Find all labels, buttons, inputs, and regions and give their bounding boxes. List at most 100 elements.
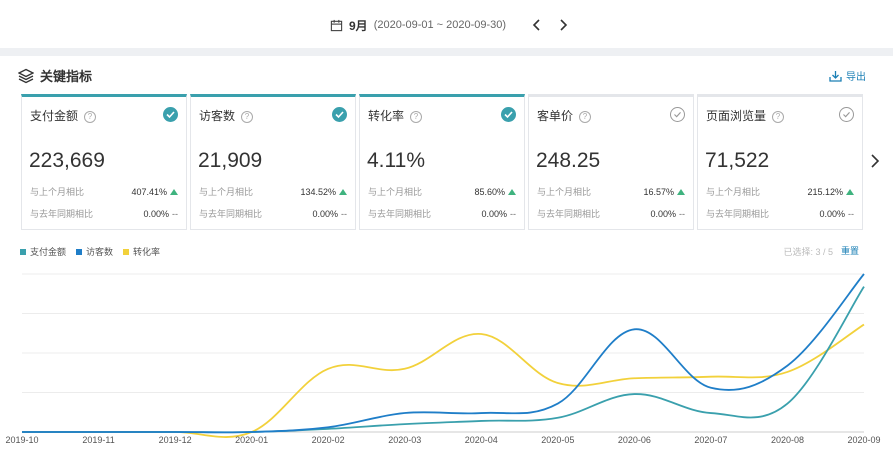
legend-swatch bbox=[76, 248, 83, 255]
yoy-row: 与去年同期相比 0.00% -- bbox=[30, 207, 178, 220]
chart-grid bbox=[22, 273, 864, 433]
chevron-left-icon[interactable] bbox=[531, 19, 543, 31]
chart-legend: 支付金额 访客数 转化率 bbox=[20, 245, 170, 258]
x-tick-label: 2019-11 bbox=[82, 435, 114, 445]
legend-swatch bbox=[123, 248, 130, 255]
legend-label: 支付金额 bbox=[30, 247, 67, 257]
mom-change: 215.12% bbox=[807, 187, 854, 197]
x-tick-label: 2020-08 bbox=[771, 435, 804, 445]
mom-row: 与上个月相比 134.52% bbox=[199, 185, 347, 198]
metric-value: 248.25 bbox=[536, 149, 601, 172]
mom-change: 134.52% bbox=[300, 187, 347, 197]
legend-item[interactable]: 访客数 bbox=[76, 245, 113, 258]
yoy-change: 0.00% -- bbox=[819, 209, 854, 219]
x-tick-label: 2019-10 bbox=[5, 435, 38, 445]
mom-row: 与上个月相比 16.57% bbox=[537, 185, 685, 198]
help-icon[interactable]: ? bbox=[241, 111, 254, 123]
help-icon[interactable]: ? bbox=[579, 111, 592, 123]
help-icon[interactable]: ? bbox=[84, 111, 97, 123]
calendar-icon bbox=[330, 19, 343, 31]
mom-pct: 134.52% bbox=[300, 186, 336, 197]
download-icon bbox=[829, 70, 842, 82]
export-button[interactable]: 导出 bbox=[829, 68, 866, 83]
mom-pct: 85.60% bbox=[474, 186, 505, 197]
up-arrow-icon bbox=[508, 188, 516, 195]
yoy-row: 与去年同期相比 0.00% -- bbox=[706, 207, 854, 220]
metric-name: 客单价? bbox=[537, 107, 592, 124]
help-icon[interactable]: ? bbox=[410, 111, 423, 123]
metric-value: 71,522 bbox=[705, 149, 770, 172]
mom-pct: 16.57% bbox=[643, 186, 674, 197]
yoy-label: 与去年同期相比 bbox=[199, 209, 263, 219]
line-chart: 2019-10 2019-11 2019-12 2020-01 2020-02 2020-… bbox=[5, 273, 881, 445]
mom-label: 与上个月相比 bbox=[30, 187, 85, 197]
metric-card-visitors[interactable]: 访客数? 21,909 与上个月相比 134.52% 与去年同期相比 0.00% -- bbox=[190, 94, 356, 230]
export-label: 导出 bbox=[846, 72, 866, 83]
yoy-pct: 0.00% bbox=[312, 208, 338, 219]
mom-label: 与上个月相比 bbox=[199, 187, 254, 197]
metric-name: 支付金额? bbox=[30, 107, 97, 124]
chevron-right-icon[interactable] bbox=[557, 19, 569, 31]
x-tick-label: 2020-07 bbox=[694, 435, 727, 445]
x-tick-label: 2019-12 bbox=[159, 435, 192, 445]
yoy-pct: 0.00% bbox=[481, 208, 507, 219]
metric-name-text: 支付金额 bbox=[30, 109, 79, 123]
yoy-dash: -- bbox=[848, 208, 854, 219]
series-line-2[interactable] bbox=[22, 323, 865, 438]
yoy-row: 与去年同期相比 0.00% -- bbox=[537, 207, 685, 220]
metric-name-text: 客单价 bbox=[537, 109, 574, 123]
metric-card-payment[interactable]: 支付金额? 223,669 与上个月相比 407.41% 与去年同期相比 0.00%… bbox=[21, 94, 187, 230]
yoy-dash: -- bbox=[172, 208, 178, 219]
mom-row: 与上个月相比 407.41% bbox=[30, 185, 178, 198]
metric-value: 4.11% bbox=[367, 149, 425, 172]
check-icon[interactable] bbox=[501, 107, 516, 122]
yoy-label: 与去年同期相比 bbox=[368, 209, 432, 219]
mom-pct: 215.12% bbox=[807, 186, 843, 197]
check-icon[interactable] bbox=[163, 107, 178, 122]
chevron-right-icon[interactable] bbox=[869, 150, 881, 172]
chart-lines bbox=[22, 273, 865, 438]
yoy-row: 与去年同期相比 0.00% -- bbox=[368, 207, 516, 220]
x-axis-labels: 2019-10 2019-11 2019-12 2020-01 2020-02 2020-… bbox=[5, 435, 880, 445]
yoy-change: 0.00% -- bbox=[481, 209, 516, 219]
up-arrow-icon bbox=[846, 188, 854, 195]
series-line-0[interactable] bbox=[22, 286, 865, 434]
yoy-row: 与去年同期相比 0.00% -- bbox=[199, 207, 347, 220]
legend-item[interactable]: 转化率 bbox=[123, 245, 160, 258]
metric-name-text: 页面浏览量 bbox=[706, 109, 767, 123]
mom-label: 与上个月相比 bbox=[537, 187, 592, 197]
date-picker[interactable]: 9月 (2020-09-01 ~ 2020-09-30) bbox=[330, 15, 506, 35]
yoy-pct: 0.00% bbox=[143, 208, 169, 219]
section-title-text: 关键指标 bbox=[40, 69, 93, 84]
layers-icon bbox=[18, 68, 34, 83]
legend-swatch bbox=[20, 248, 26, 255]
check-icon[interactable] bbox=[332, 107, 347, 122]
legend-item[interactable]: 支付金额 bbox=[20, 245, 66, 258]
up-arrow-icon bbox=[339, 188, 347, 195]
yoy-label: 与去年同期相比 bbox=[30, 209, 94, 219]
yoy-pct: 0.00% bbox=[819, 208, 845, 219]
mom-change: 16.57% bbox=[643, 187, 685, 197]
metric-name: 转化率? bbox=[368, 107, 423, 124]
metric-name-text: 转化率 bbox=[368, 109, 405, 123]
metric-name-text: 访客数 bbox=[199, 109, 236, 123]
check-icon[interactable] bbox=[839, 107, 854, 122]
yoy-dash: -- bbox=[510, 208, 516, 219]
yoy-pct: 0.00% bbox=[650, 208, 676, 219]
section-title: 关键指标 bbox=[18, 66, 92, 85]
metric-card-conversion[interactable]: 转化率? 4.11% 与上个月相比 85.60% 与去年同期相比 0.00% -- bbox=[359, 94, 525, 230]
mom-change: 407.41% bbox=[131, 187, 178, 197]
up-arrow-icon bbox=[677, 188, 685, 195]
mom-label: 与上个月相比 bbox=[706, 187, 761, 197]
x-tick-label: 2020-06 bbox=[618, 435, 651, 445]
check-icon[interactable] bbox=[670, 107, 685, 122]
x-tick-label: 2020-09 bbox=[847, 435, 880, 445]
metric-name: 访客数? bbox=[199, 107, 254, 124]
help-icon[interactable]: ? bbox=[772, 111, 785, 123]
yoy-label: 与去年同期相比 bbox=[706, 209, 770, 219]
date-header: 9月 (2020-09-01 ~ 2020-09-30) bbox=[0, 0, 893, 48]
mom-label: 与上个月相比 bbox=[368, 187, 423, 197]
metric-card-pageviews[interactable]: 页面浏览量? 71,522 与上个月相比 215.12% 与去年同期相比 0.00%… bbox=[697, 94, 863, 230]
metric-card-avg-order[interactable]: 客单价? 248.25 与上个月相比 16.57% 与去年同期相比 0.00% -- bbox=[528, 94, 694, 230]
reset-button[interactable]: 重置 bbox=[841, 244, 859, 257]
